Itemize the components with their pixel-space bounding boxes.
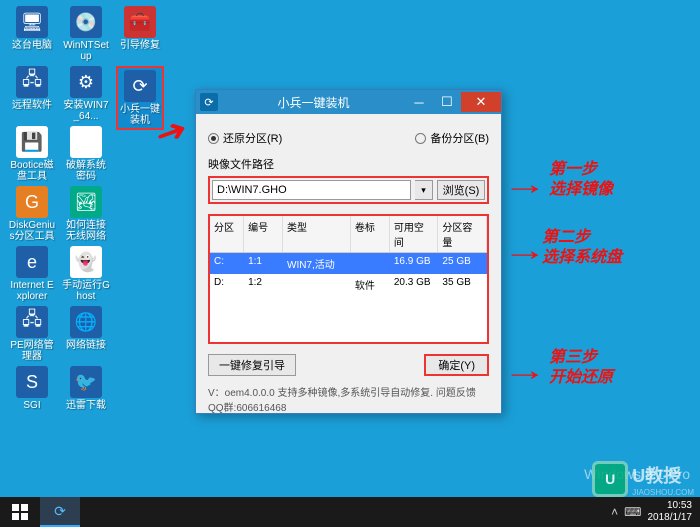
app-icon: 🏞 [70, 186, 102, 218]
app-icon: 💾 [16, 126, 48, 158]
app-icon: S [16, 366, 48, 398]
status-text: V：oem4.0.0.0 支持多种镜像,多系统引导自动修复. 问题反馈QQ群:6… [208, 384, 489, 414]
app-icon: 🧰 [124, 6, 156, 38]
minimize-button[interactable]: ─ [405, 92, 433, 112]
app-icon: ⚙ [70, 66, 102, 98]
app-icon: G [16, 186, 48, 218]
desktop-icon-这台电脑[interactable]: 🖥这台电脑 [8, 6, 56, 51]
start-button[interactable] [0, 497, 40, 527]
desktop: 🖥这台电脑💿WinNTSetup🧰引导修复 🖧远程软件⚙安装WIN7_64... ⟳… [0, 0, 700, 527]
ok-button[interactable]: 确定(Y) [424, 354, 489, 376]
arrow-icon: → [503, 168, 548, 202]
system-tray[interactable]: ˄ ⌨ 10:53 2018/1/17 [611, 500, 700, 524]
desktop-icon-迅雷下载[interactable]: 🐦迅雷下载 [62, 366, 110, 411]
path-label: 映像文件路径 [208, 156, 489, 172]
desktop-icon-DiskGenius分区工具[interactable]: GDiskGenius分区工具 [8, 186, 56, 242]
ujiaoshou-logo: U U教授 JIAOSHOU.COM [592, 461, 694, 497]
desktop-icon-手动运行Ghost[interactable]: 👻手动运行Ghost [62, 246, 110, 302]
partition-table: 分区 编号 类型 卷标 可用空间 分区容量 C:1:1WIN7,活动16.9 G… [208, 214, 489, 344]
radio-restore[interactable]: 还原分区(R) [208, 130, 282, 146]
app-icon: 🖧 [16, 306, 48, 338]
desktop-icon-Internet Explorer[interactable]: eInternet Explorer [8, 246, 56, 302]
desktop-icon-Bootice磁盘工具[interactable]: 💾Bootice磁盘工具 [8, 126, 56, 182]
browse-button[interactable]: 浏览(S) [437, 180, 485, 200]
close-button[interactable]: ✕ [461, 92, 501, 112]
desktop-icon-安装WIN7_64...[interactable]: ⚙安装WIN7_64... [62, 66, 110, 122]
desktop-icon-SGI[interactable]: SSGI [8, 366, 56, 411]
image-path-input[interactable] [212, 180, 411, 200]
app-icon: 💿 [70, 6, 102, 38]
annotation-step2: 第二步选择系统盘 [542, 228, 622, 268]
desktop-icon-网络链接[interactable]: 🌐网络链接 [62, 306, 110, 351]
desktop-icon-如何连接无线网络[interactable]: 🏞如何连接无线网络 [62, 186, 110, 242]
arrow-icon: → [503, 354, 548, 388]
repair-boot-button[interactable]: 一键修复引导 [208, 354, 296, 376]
taskbar-app-button[interactable]: ⟳ [40, 497, 80, 527]
app-icon: 👻 [70, 246, 102, 278]
table-row[interactable]: C:1:1WIN7,活动16.9 GB25 GB [210, 253, 487, 274]
taskbar: ⟳ ˄ ⌨ 10:53 2018/1/17 [0, 497, 700, 527]
titlebar[interactable]: ⟳ 小兵一键装机 ─ ☐ ✕ [196, 90, 501, 114]
app-icon: 🐦 [70, 366, 102, 398]
table-row[interactable]: D:1:2软件20.3 GB35 GB [210, 274, 487, 295]
desktop-icon-WinNTSetup[interactable]: 💿WinNTSetup [62, 6, 110, 62]
path-dropdown-icon[interactable]: ▾ [415, 180, 433, 200]
desktop-icon-引导修复[interactable]: 🧰引导修复 [116, 6, 164, 51]
chevron-up-icon[interactable]: ˄ [611, 506, 618, 518]
radio-backup[interactable]: 备份分区(B) [415, 130, 489, 146]
app-icon: NT [70, 126, 102, 158]
app-icon: ⟳ [200, 93, 218, 111]
app-icon: 🖧 [16, 66, 48, 98]
keyboard-icon[interactable]: ⌨ [624, 506, 641, 518]
desktop-icon-远程软件[interactable]: 🖧远程软件 [8, 66, 56, 111]
table-header: 分区 编号 类型 卷标 可用空间 分区容量 [210, 216, 487, 253]
annotation-step1: 第一步选择镜像 [549, 160, 613, 200]
desktop-icon-破解系统密码[interactable]: NT破解系统密码 [62, 126, 110, 182]
app-icon: 🌐 [70, 306, 102, 338]
app-icon: ⟳ [124, 70, 156, 102]
app-icon: e [16, 246, 48, 278]
path-row: ▾ 浏览(S) [208, 176, 489, 204]
annotation-step3: 第三步开始还原 [549, 348, 613, 388]
installer-dialog: ⟳ 小兵一键装机 ─ ☐ ✕ 还原分区(R) 备份分区(B) 映像文件路径 ▾ … [195, 89, 502, 414]
arrow-icon: → [503, 234, 548, 268]
maximize-button[interactable]: ☐ [433, 92, 461, 112]
windows-icon [12, 504, 28, 520]
desktop-icon-PE网络管理器[interactable]: 🖧PE网络管理器 [8, 306, 56, 362]
app-icon: 🖥 [16, 6, 48, 38]
window-title: 小兵一键装机 [222, 94, 405, 111]
